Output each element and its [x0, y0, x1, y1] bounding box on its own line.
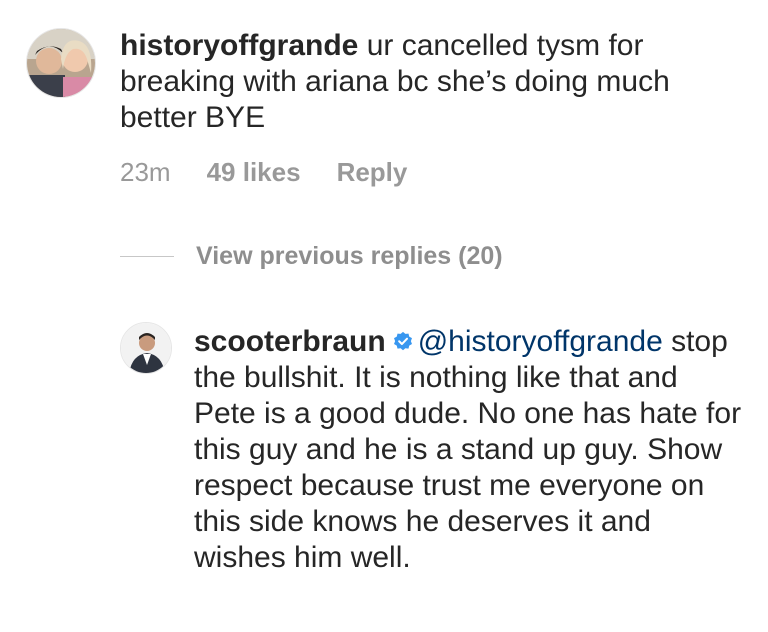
verified-badge-icon	[393, 331, 412, 351]
avatar-historyoffgrande[interactable]	[26, 28, 96, 98]
comment-historyoffgrande: historyoffgrande ur cancelled tysm for b…	[0, 0, 768, 200]
avatar-image	[121, 323, 171, 373]
replies-divider	[120, 256, 174, 257]
comment-body: historyoffgrande ur cancelled tysm for b…	[120, 28, 740, 136]
comment-meta: 23m 49 likes Reply	[120, 157, 407, 188]
view-previous-replies[interactable]: View previous replies (20)	[120, 242, 503, 271]
view-replies-label: View previous replies (20)	[196, 242, 503, 270]
comment-body: scooterbraun @historyoffgrande stop the b…	[194, 324, 742, 576]
comment-text: stop the bullshit. It is nothing like th…	[194, 325, 742, 574]
avatar-image	[27, 29, 95, 97]
avatar-scooterbraun[interactable]	[120, 322, 172, 374]
comment-likes[interactable]: 49 likes	[207, 157, 301, 188]
comment-username[interactable]: historyoffgrande	[120, 29, 358, 62]
comment-scooterbraun: scooterbraun @historyoffgrande stop the b…	[0, 300, 768, 632]
comment-username[interactable]: scooterbraun	[194, 325, 386, 358]
comment-timestamp[interactable]: 23m	[120, 157, 171, 188]
comment-mention[interactable]: @historyoffgrande	[418, 325, 663, 358]
reply-button[interactable]: Reply	[337, 157, 408, 188]
